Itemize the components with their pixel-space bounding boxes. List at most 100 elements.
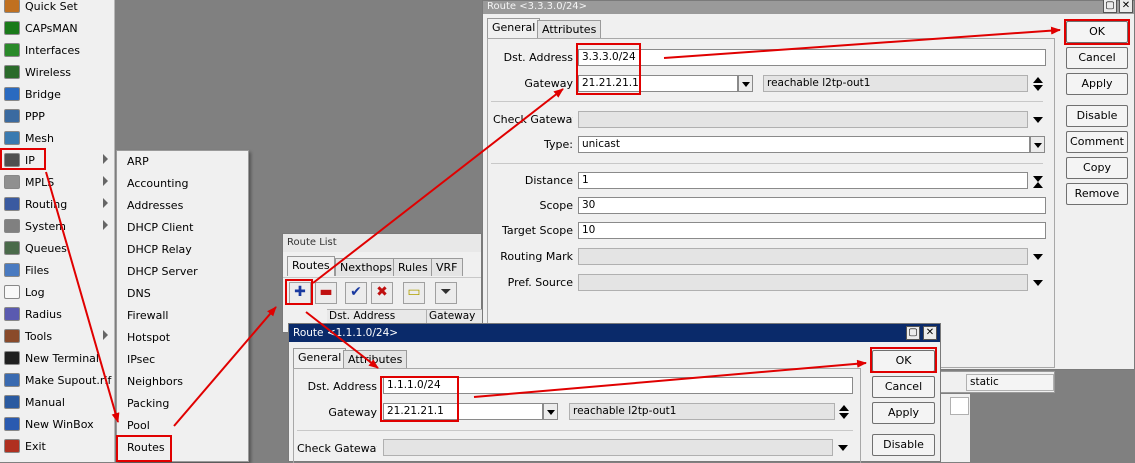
sidebar-item-wireless[interactable]: Wireless xyxy=(0,61,114,83)
cancel-button[interactable]: Cancel xyxy=(1066,47,1128,69)
tab-routes[interactable]: Routes xyxy=(287,256,335,276)
sidebar-item-mesh[interactable]: Mesh xyxy=(0,127,114,149)
cancel-button[interactable]: Cancel xyxy=(872,376,935,398)
tab-attributes[interactable]: Attributes xyxy=(537,20,602,38)
sidebar-item-label: Routing xyxy=(25,197,68,211)
comment-button[interactable]: Comment xyxy=(1066,131,1128,153)
distance-field[interactable]: 1 xyxy=(578,172,1028,189)
sidebar-item-interfaces[interactable]: Interfaces xyxy=(0,39,114,61)
ip-submenu-item-dhcp-client[interactable]: DHCP Client xyxy=(117,217,248,239)
sidebar-item-files[interactable]: Files xyxy=(0,259,114,281)
maximize-icon[interactable]: ▢ xyxy=(906,326,920,340)
ip-submenu-item-dhcp-relay[interactable]: DHCP Relay xyxy=(117,239,248,261)
sidebar-item-routing[interactable]: Routing xyxy=(0,193,114,215)
tab-attributes[interactable]: Attributes xyxy=(343,350,408,368)
sidebar-item-mpls[interactable]: MPLS xyxy=(0,171,114,193)
column-dst-address[interactable]: Dst. Address xyxy=(329,310,427,324)
remove-button[interactable]: Remove xyxy=(1066,183,1128,205)
ip-submenu-item-pool[interactable]: Pool xyxy=(117,415,248,437)
ip-submenu-item-accounting[interactable]: Accounting xyxy=(117,173,248,195)
target-scope-field[interactable]: 10 xyxy=(578,222,1046,239)
ip-submenu-item-addresses[interactable]: Addresses xyxy=(117,195,248,217)
routing-mark-dropdown-icon[interactable] xyxy=(1033,252,1043,262)
tab-vrf[interactable]: VRF xyxy=(431,258,463,276)
ok-button[interactable]: OK xyxy=(1066,21,1128,43)
apply-button[interactable]: Apply xyxy=(872,402,935,424)
add-route-button[interactable]: ✚ xyxy=(289,282,311,304)
gateway-dropdown-icon[interactable] xyxy=(738,75,753,92)
ip-submenu-item-hotspot[interactable]: Hotspot xyxy=(117,327,248,349)
check-gateway-dropdown-icon[interactable] xyxy=(1033,115,1043,125)
route-list-titlebar[interactable]: Route List xyxy=(283,234,481,252)
gateway-field[interactable]: 21.21.21.1 xyxy=(383,403,543,420)
tab-vrf-label: VRF xyxy=(436,261,458,274)
apply-button[interactable]: Apply xyxy=(1066,73,1128,95)
ip-submenu-item-firewall[interactable]: Firewall xyxy=(117,305,248,327)
sidebar-item-radius[interactable]: Radius xyxy=(0,303,114,325)
ip-submenu-item-ipsec[interactable]: IPsec xyxy=(117,349,248,371)
pref-source-dropdown-icon[interactable] xyxy=(1033,278,1043,288)
filter-button[interactable]: ⏷ xyxy=(435,282,457,304)
scope-field[interactable]: 30 xyxy=(578,197,1046,214)
ip-submenu-item-dhcp-server[interactable]: DHCP Server xyxy=(117,261,248,283)
copy-button[interactable]: Copy xyxy=(1066,157,1128,179)
sidebar-item-exit[interactable]: Exit xyxy=(0,435,114,457)
check-gateway-label: Check Gateway xyxy=(493,113,573,126)
enable-route-button[interactable]: ✔ xyxy=(345,282,367,304)
ip-submenu-item-routes[interactable]: Routes xyxy=(117,437,248,459)
scrollbar[interactable] xyxy=(950,397,969,415)
sidebar-item-tools[interactable]: Tools xyxy=(0,325,114,347)
sidebar-item-queues[interactable]: Queues xyxy=(0,237,114,259)
ip-icon xyxy=(4,153,20,167)
type-field[interactable]: unicast xyxy=(578,136,1030,153)
gateway-field[interactable]: 21.21.21.1 xyxy=(578,75,738,92)
sidebar-item-make-supout-rif[interactable]: Make Supout.rif xyxy=(0,369,114,391)
routing-mark-field[interactable] xyxy=(578,248,1028,265)
ip-submenu-item-neighbors[interactable]: Neighbors xyxy=(117,371,248,393)
maximize-icon[interactable]: ▢ xyxy=(1103,0,1117,13)
sidebar-item-ppp[interactable]: PPP xyxy=(0,105,114,127)
route-1-titlebar[interactable]: Route <1.1.1.0/24> xyxy=(289,324,940,342)
sidebar-item-new-terminal[interactable]: New Terminal xyxy=(0,347,114,369)
check-gateway-dropdown-icon[interactable] xyxy=(838,443,848,453)
close-icon[interactable]: ✕ xyxy=(923,326,937,340)
route-3-titlebar[interactable]: Route <3.3.3.0/24> xyxy=(483,1,1134,14)
ok-button[interactable]: OK xyxy=(872,350,935,372)
check-gateway-field[interactable] xyxy=(578,111,1028,128)
remove-route-button[interactable]: ▬ xyxy=(315,282,337,304)
disable-button[interactable]: Disable xyxy=(872,434,935,456)
tab-rules[interactable]: Rules xyxy=(393,258,433,276)
sidebar-item-log[interactable]: Log xyxy=(0,281,114,303)
gateway-updown-icon[interactable] xyxy=(839,404,849,421)
ip-submenu-item-arp[interactable]: ARP xyxy=(117,151,248,173)
dst-address-field[interactable]: 3.3.3.0/24 xyxy=(578,49,1046,66)
dst-address-field[interactable]: 1.1.1.0/24 xyxy=(383,377,853,394)
tab-general[interactable]: General xyxy=(293,348,347,368)
type-label: Type: xyxy=(544,138,573,151)
route-list-status-bar: static xyxy=(940,371,1055,393)
distance-collapse-icon[interactable] xyxy=(1033,175,1043,188)
disable-route-button[interactable]: ✖ xyxy=(371,282,393,304)
comment-route-button[interactable]: ▭ xyxy=(403,282,425,304)
type-dropdown-icon[interactable] xyxy=(1030,136,1045,153)
ip-submenu-item-packing[interactable]: Packing xyxy=(117,393,248,415)
mpls-icon xyxy=(4,175,20,189)
sidebar-item-manual[interactable]: Manual xyxy=(0,391,114,413)
sidebar-item-system[interactable]: System xyxy=(0,215,114,237)
ip-submenu-item-dns[interactable]: DNS xyxy=(117,283,248,305)
pref-source-field[interactable] xyxy=(578,274,1028,291)
gateway-updown-icon[interactable] xyxy=(1033,76,1043,93)
tab-nexthops[interactable]: Nexthops xyxy=(335,258,398,276)
sidebar-item-new-winbox[interactable]: New WinBox xyxy=(0,413,114,435)
sidebar-item-capsman[interactable]: CAPsMAN xyxy=(0,17,114,39)
sidebar-item-bridge[interactable]: Bridge xyxy=(0,83,114,105)
sidebar-item-ip[interactable]: IP xyxy=(0,149,114,171)
sidebar-item-quick-set[interactable]: Quick Set xyxy=(0,0,114,17)
gateway-dropdown-icon[interactable] xyxy=(543,403,558,420)
column-gateway[interactable]: Gateway xyxy=(429,310,475,322)
dst-address-label: Dst. Address xyxy=(503,51,573,64)
tab-general[interactable]: General xyxy=(487,18,541,38)
disable-button[interactable]: Disable xyxy=(1066,105,1128,127)
close-icon[interactable]: ✕ xyxy=(1119,0,1133,13)
check-gateway-field[interactable] xyxy=(383,439,833,456)
